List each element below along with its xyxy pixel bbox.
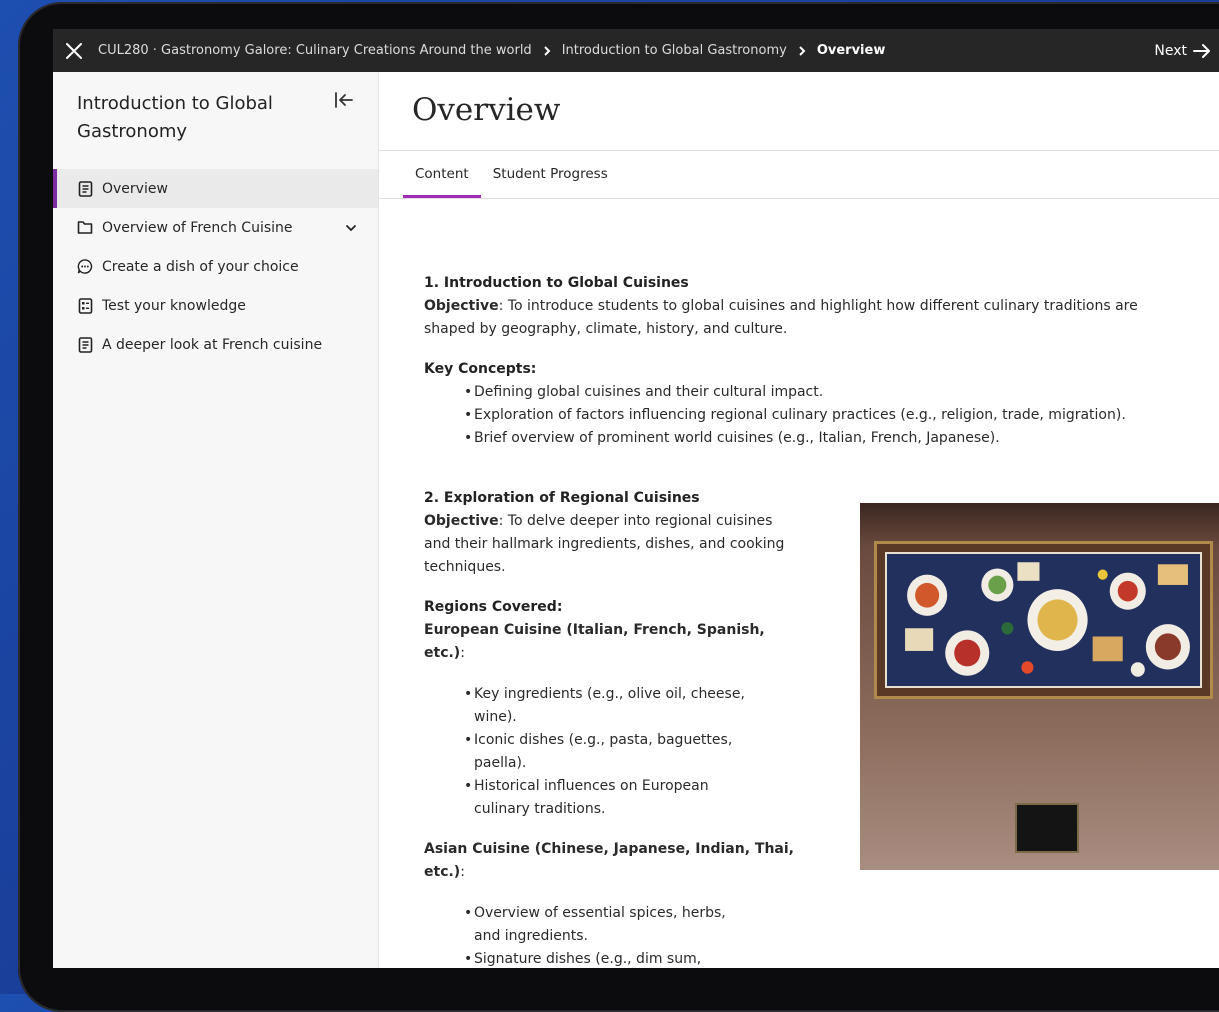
chevron-right-icon (542, 45, 552, 56)
key-concepts-heading: Key Concepts: (424, 361, 537, 377)
breadcrumb-module[interactable]: Introduction to Global Gastronomy (562, 43, 787, 58)
european-list: Key ingredients (e.g., olive oil, cheese… (424, 683, 754, 821)
sidebar-item-label: Overview (102, 180, 168, 197)
sidebar-item-label: Overview of French Cuisine (102, 219, 293, 236)
collapse-left-icon (335, 92, 353, 108)
list-item: Exploration of factors influencing regio… (464, 404, 1164, 427)
regional-text: 2. Exploration of Regional Cuisines Obje… (424, 487, 794, 968)
section-heading: 2. Exploration of Regional Cuisines (424, 490, 700, 506)
test-icon (77, 297, 93, 314)
picture-frame (874, 541, 1213, 699)
tab-content[interactable]: Content (403, 160, 481, 198)
sidebar-item-label: Create a dish of your choice (102, 258, 299, 275)
sidebar: Introduction to Global Gastronomy Overvi… (53, 72, 379, 968)
chevron-right-icon (797, 45, 807, 56)
page-title: Overview (412, 92, 561, 128)
list-item: Historical influences on European culina… (464, 775, 754, 821)
regions-heading: Regions Covered: (424, 599, 563, 615)
list-item: Signature dishes (e.g., dim sum, (464, 948, 754, 968)
divider (379, 198, 1219, 199)
tab-bar: Content Student Progress (403, 160, 620, 198)
objective-paragraph: Objective: To delve deeper into regional… (424, 510, 794, 579)
list-item: Iconic dishes (e.g., pasta, baguettes, p… (464, 729, 754, 775)
food-collage (885, 552, 1202, 688)
asian-list: Overview of essential spices, herbs, and… (424, 902, 754, 968)
key-concepts-list: Defining global cuisines and their cultu… (424, 381, 1164, 450)
european-label: European Cuisine (Italian, French, Spani… (424, 622, 765, 661)
chevron-down-icon[interactable] (344, 221, 358, 235)
chat-icon (77, 259, 93, 275)
close-icon (66, 42, 82, 59)
list-item: Defining global cuisines and their cultu… (464, 381, 1164, 404)
regional-section: 2. Exploration of Regional Cuisines Obje… (424, 487, 1219, 968)
objective-text: : To introduce students to global cuisin… (424, 298, 1138, 337)
divider (379, 150, 1219, 151)
next-button[interactable]: Next (1154, 29, 1211, 72)
list-item: Brief overview of prominent world cuisin… (464, 427, 1164, 450)
document-icon (77, 336, 93, 353)
plaque (1015, 803, 1079, 853)
folder-icon (77, 220, 93, 236)
sidebar-item-label: Test your knowledge (102, 297, 246, 314)
sidebar-list: Overview Overview of French Cuisine Crea… (53, 169, 378, 364)
framed-food-image (860, 503, 1219, 870)
asian-heading: Asian Cuisine (Chinese, Japanese, Indian… (424, 841, 794, 880)
arrow-right-icon (1193, 43, 1210, 58)
asian-label: Asian Cuisine (Chinese, Japanese, Indian… (424, 841, 794, 880)
list-item: Overview of essential spices, herbs, and… (464, 902, 754, 948)
sidebar-item-overview[interactable]: Overview (53, 169, 378, 208)
collapse-sidebar-button[interactable] (332, 88, 356, 112)
objective-paragraph: Objective: To introduce students to glob… (424, 295, 1164, 341)
tab-student-progress[interactable]: Student Progress (481, 160, 620, 198)
app-screen: CUL280 · Gastronomy Galore: Culinary Cre… (53, 29, 1219, 968)
document-icon (77, 180, 93, 197)
sidebar-title: Introduction to Global Gastronomy (77, 93, 273, 142)
sidebar-item-test-knowledge[interactable]: Test your knowledge (53, 286, 378, 325)
objective-label: Objective (424, 298, 499, 314)
sidebar-item-french-cuisine[interactable]: Overview of French Cuisine (53, 208, 378, 247)
close-button[interactable] (62, 39, 86, 63)
sidebar-item-create-dish[interactable]: Create a dish of your choice (53, 247, 378, 286)
european-heading: European Cuisine (Italian, French, Spani… (424, 622, 765, 661)
sidebar-item-label: A deeper look at French cuisine (102, 336, 323, 353)
lesson-content: 1. Introduction to Global Cuisines Objec… (424, 272, 1219, 968)
objective-label: Objective (424, 513, 499, 529)
sidebar-item-french-deeper[interactable]: A deeper look at French cuisine (53, 325, 378, 364)
section-heading: 1. Introduction to Global Cuisines (424, 275, 689, 291)
next-label: Next (1154, 42, 1187, 59)
breadcrumb-current: Overview (816, 43, 886, 58)
list-item: Key ingredients (e.g., olive oil, cheese… (464, 683, 754, 729)
breadcrumb-course[interactable]: CUL280 · Gastronomy Galore: Culinary Cre… (98, 43, 532, 58)
top-bar: CUL280 · Gastronomy Galore: Culinary Cre… (53, 29, 1219, 72)
main-content: Overview Content Student Progress 1. Int… (379, 72, 1219, 968)
